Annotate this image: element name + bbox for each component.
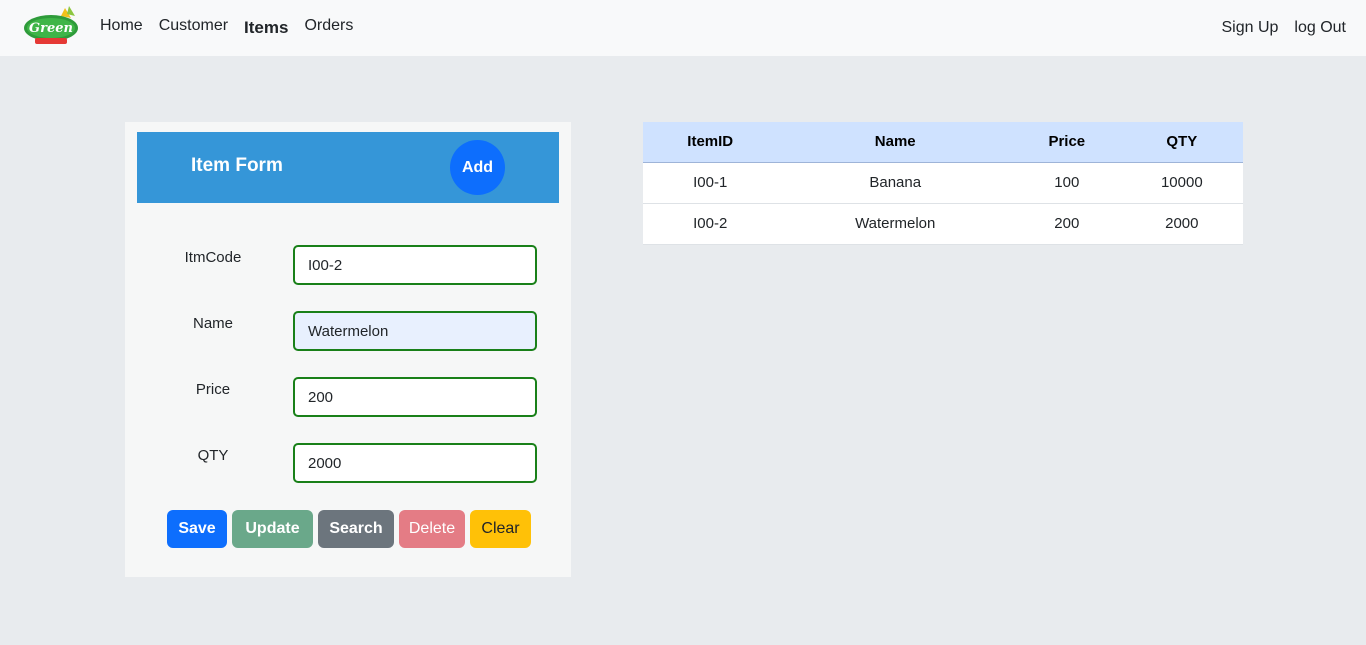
form-header: Item Form Add: [137, 132, 559, 203]
cell-price: 100: [1012, 162, 1121, 204]
table-row[interactable]: I00-2 Watermelon 200 2000: [643, 203, 1243, 245]
clear-button[interactable]: Clear: [470, 510, 531, 548]
nav-log-out[interactable]: log Out: [1294, 19, 1346, 37]
items-table: ItemID Name Price QTY I00-1 Banana 100 1…: [643, 122, 1243, 245]
cell-qty: 2000: [1120, 203, 1243, 245]
header-qty: QTY: [1120, 122, 1243, 163]
itemcode-input[interactable]: [293, 245, 537, 285]
nav-orders[interactable]: Orders: [304, 17, 353, 35]
nav-items[interactable]: Items: [244, 18, 288, 38]
header-name: Name: [777, 122, 1013, 163]
form-button-row: Save Update Search Delete Clear: [167, 510, 536, 548]
qty-label: QTY: [197, 447, 229, 464]
cell-name: Banana: [777, 162, 1013, 204]
item-form-card: Item Form Add ItmCode Name Price QTY Sav…: [125, 122, 571, 577]
cell-itemid: I00-2: [643, 203, 778, 245]
price-label: Price: [195, 381, 231, 398]
form-title: Item Form: [191, 155, 283, 176]
update-button[interactable]: Update: [232, 510, 313, 548]
header-itemid: ItemID: [643, 122, 778, 163]
cell-price: 200: [1012, 203, 1121, 245]
qty-input[interactable]: [293, 443, 537, 483]
table-header-row: ItemID Name Price QTY: [643, 122, 1243, 163]
table-row[interactable]: I00-1 Banana 100 10000: [643, 162, 1243, 204]
save-button[interactable]: Save: [167, 510, 227, 548]
cell-itemid: I00-1: [643, 162, 778, 204]
delete-button[interactable]: Delete: [399, 510, 465, 548]
cell-name: Watermelon: [777, 203, 1013, 245]
name-input[interactable]: [293, 311, 537, 351]
name-label: Name: [192, 315, 233, 332]
nav-sign-up[interactable]: Sign Up: [1221, 19, 1278, 37]
brand-logo[interactable]: Green: [21, 4, 85, 48]
logo-text: Green: [29, 21, 73, 36]
itemcode-label: ItmCode: [184, 249, 242, 266]
search-button[interactable]: Search: [318, 510, 394, 548]
navbar: Green Home Customer Items Orders Sign Up…: [0, 0, 1366, 56]
price-input[interactable]: [293, 377, 537, 417]
nav-customer[interactable]: Customer: [159, 17, 228, 35]
header-price: Price: [1012, 122, 1121, 163]
nav-home[interactable]: Home: [100, 17, 143, 35]
add-button[interactable]: Add: [450, 140, 505, 195]
cell-qty: 10000: [1120, 162, 1243, 204]
